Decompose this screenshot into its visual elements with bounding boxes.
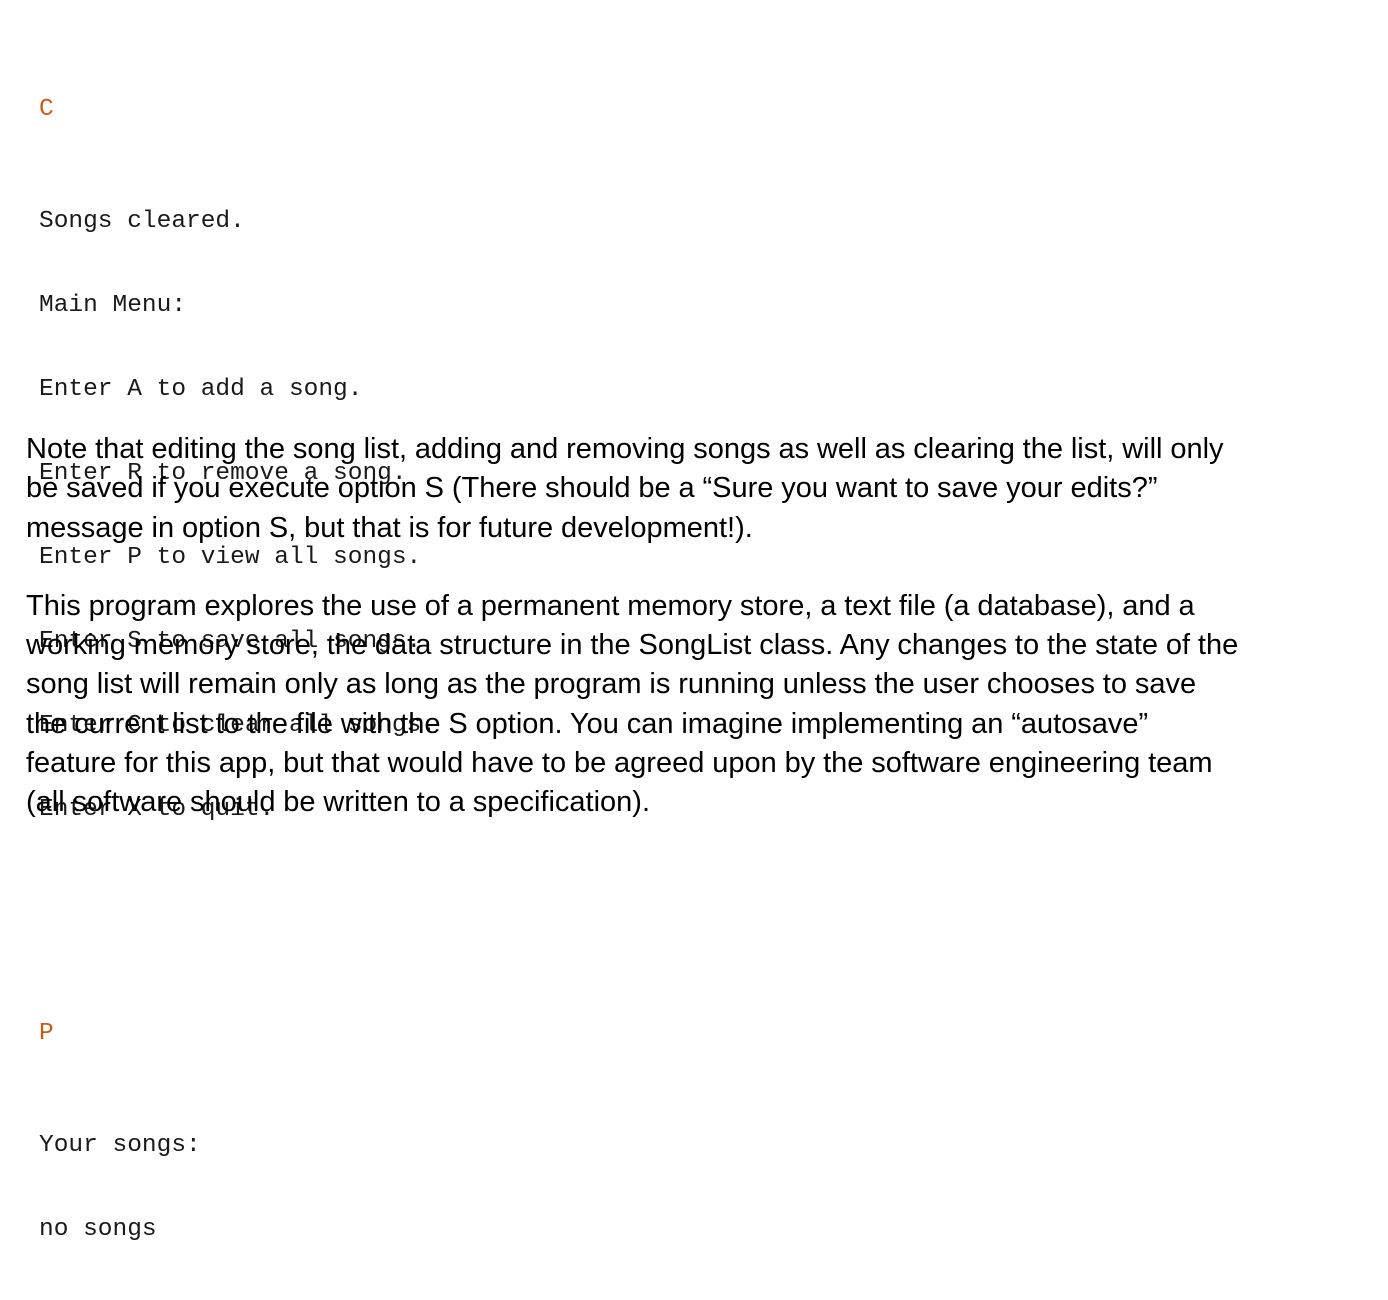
console-output-line: Main Menu: [39,292,187,319]
console-user-input-p: P [39,1020,54,1047]
paragraph-memory-store-explanation: This program explores the use of a perma… [26,589,1239,819]
body-text: Note that editing the song list, adding … [26,430,1241,823]
console-output-line: no songs [39,1216,157,1243]
console-output-line: Songs cleared. [39,208,245,235]
console-user-input-c: C [39,96,54,123]
console-output-line: Your songs: [39,1132,201,1159]
paragraph-save-note: Note that editing the song list, adding … [26,433,1224,544]
console-menu-option-add: Enter A to add a song. [39,376,363,403]
document-page: C Songs cleared. Main Menu: Enter A to a… [0,0,1388,1243]
